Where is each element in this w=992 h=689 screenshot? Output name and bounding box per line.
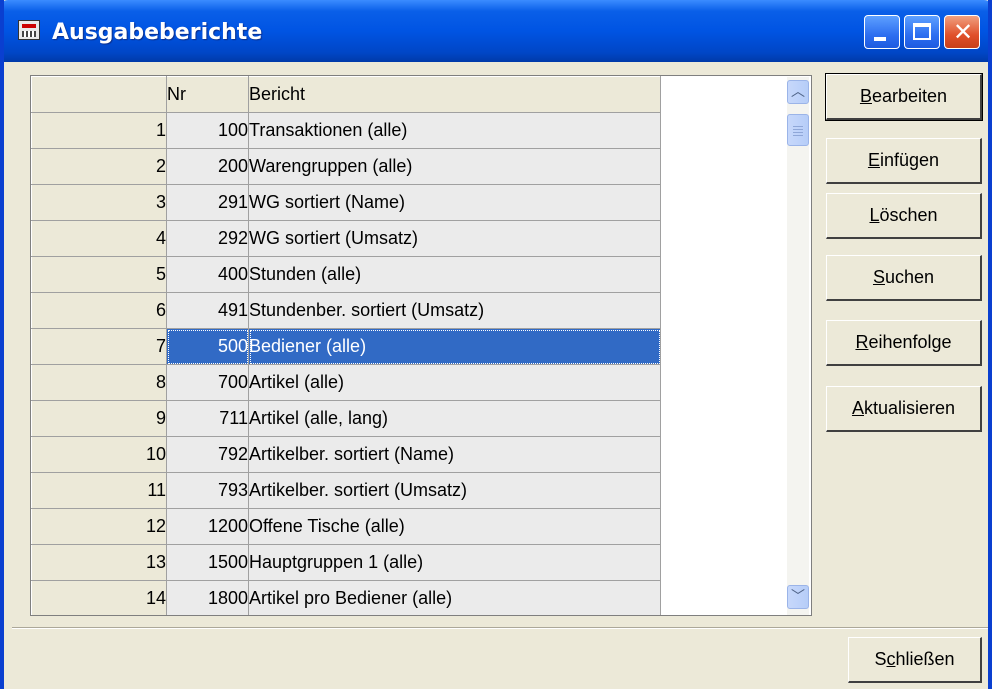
row-header[interactable]: 13 xyxy=(31,544,167,581)
table-row[interactable]: 8 700 Artikel (alle) xyxy=(31,364,661,401)
table-row[interactable]: 2 200 Warengruppen (alle) xyxy=(31,148,661,185)
nr-cell[interactable]: 491 xyxy=(166,292,249,329)
scroll-thumb[interactable] xyxy=(787,114,809,146)
nr-cell[interactable]: 500 xyxy=(166,328,249,365)
row-header[interactable]: 14 xyxy=(31,580,167,615)
table-row[interactable]: 1 100 Transaktionen (alle) xyxy=(31,112,661,149)
nr-cell[interactable]: 1200 xyxy=(166,508,249,545)
row-header[interactable]: 5 xyxy=(31,256,167,293)
titlebar[interactable]: Ausgabeberichte ✕ xyxy=(4,0,988,62)
nr-cell[interactable]: 793 xyxy=(166,472,249,509)
loeschen-button[interactable]: Löschen xyxy=(826,193,982,239)
maximize-button[interactable] xyxy=(904,15,940,49)
bearbeiten-button[interactable]: Bearbeiten xyxy=(825,73,983,121)
table-row[interactable]: 3 291 WG sortiert (Name) xyxy=(31,184,661,221)
bericht-cell[interactable]: Warengruppen (alle) xyxy=(248,148,661,185)
nr-cell[interactable]: 1800 xyxy=(166,580,249,615)
table-row[interactable]: 9 711 Artikel (alle, lang) xyxy=(31,400,661,437)
nr-cell[interactable]: 700 xyxy=(166,364,249,401)
table-row[interactable]: 7 500 Bediener (alle) xyxy=(31,328,661,365)
row-header[interactable]: 9 xyxy=(31,400,167,437)
bericht-cell[interactable]: Transaktionen (alle) xyxy=(248,112,661,149)
minimize-icon xyxy=(874,37,886,41)
row-header[interactable]: 4 xyxy=(31,220,167,257)
nr-cell[interactable]: 400 xyxy=(166,256,249,293)
grid-body: 1 100 Transaktionen (alle) 2 200 Warengruppen… xyxy=(31,112,661,615)
nr-cell[interactable]: 1500 xyxy=(166,544,249,581)
corner-header[interactable] xyxy=(31,76,167,113)
aktualisieren-button[interactable]: Aktualisieren xyxy=(826,386,982,432)
bericht-cell[interactable]: Stunden (alle) xyxy=(248,256,661,293)
chevron-down-icon: ﹀ xyxy=(791,589,805,605)
row-header[interactable]: 10 xyxy=(31,436,167,473)
row-header[interactable]: 8 xyxy=(31,364,167,401)
nr-cell[interactable]: 200 xyxy=(166,148,249,185)
nr-cell[interactable]: 100 xyxy=(166,112,249,149)
report-grid[interactable]: Nr Bericht 1 100 Transaktionen (alle) 2 200 W… xyxy=(30,75,812,616)
bericht-cell[interactable]: Bediener (alle) xyxy=(248,328,661,365)
row-header[interactable]: 7 xyxy=(31,328,167,365)
table-row[interactable]: 5 400 Stunden (alle) xyxy=(31,256,661,293)
bericht-cell[interactable]: Artikelber. sortiert (Name) xyxy=(248,436,661,473)
bericht-cell[interactable]: Hauptgruppen 1 (alle) xyxy=(248,544,661,581)
minimize-button[interactable] xyxy=(864,15,900,49)
table-row[interactable]: 12 1200 Offene Tische (alle) xyxy=(31,508,661,545)
maximize-icon xyxy=(913,23,931,40)
schliessen-button[interactable]: Schließen xyxy=(848,637,982,683)
bericht-cell[interactable]: Artikel pro Bediener (alle) xyxy=(248,580,661,615)
chevron-up-icon: ︿ xyxy=(791,84,805,100)
bericht-cell[interactable]: Artikel (alle, lang) xyxy=(248,400,661,437)
report-table: Nr Bericht 1 100 Transaktionen (alle) 2 200 W… xyxy=(31,76,661,615)
bericht-cell[interactable]: WG sortiert (Umsatz) xyxy=(248,220,661,257)
nr-cell[interactable]: 711 xyxy=(166,400,249,437)
row-header[interactable]: 6 xyxy=(31,292,167,329)
row-header[interactable]: 1 xyxy=(31,112,167,149)
close-icon: ✕ xyxy=(952,18,974,46)
separator xyxy=(12,627,988,629)
table-row[interactable]: 6 491 Stundenber. sortiert (Umsatz) xyxy=(31,292,661,329)
row-header[interactable]: 3 xyxy=(31,184,167,221)
nr-cell[interactable]: 792 xyxy=(166,436,249,473)
reihenfolge-button[interactable]: Reihenfolge xyxy=(826,320,982,366)
scroll-down-button[interactable]: ﹀ xyxy=(787,585,809,609)
bericht-cell[interactable]: Offene Tische (alle) xyxy=(248,508,661,545)
nr-cell[interactable]: 291 xyxy=(166,184,249,221)
header-row: Nr Bericht xyxy=(31,76,661,113)
row-header[interactable]: 2 xyxy=(31,148,167,185)
suchen-button[interactable]: Suchen xyxy=(826,255,982,301)
table-row[interactable]: 4 292 WG sortiert (Umsatz) xyxy=(31,220,661,257)
vertical-scrollbar[interactable]: ︿ ﹀ xyxy=(787,77,809,615)
column-header-nr[interactable]: Nr xyxy=(166,76,249,113)
window-title: Ausgabeberichte xyxy=(52,20,263,45)
einfuegen-button[interactable]: Einfügen xyxy=(826,138,982,184)
bericht-cell[interactable]: Artikel (alle) xyxy=(248,364,661,401)
table-row[interactable]: 14 1800 Artikel pro Bediener (alle) xyxy=(31,580,661,615)
window: Ausgabeberichte ✕ Nr Bericht 1 100 Transak… xyxy=(0,0,992,689)
nr-cell[interactable]: 292 xyxy=(166,220,249,257)
bericht-cell[interactable]: WG sortiert (Name) xyxy=(248,184,661,221)
close-button[interactable]: ✕ xyxy=(944,15,980,49)
scroll-up-button[interactable]: ︿ xyxy=(787,80,809,104)
table-row[interactable]: 10 792 Artikelber. sortiert (Name) xyxy=(31,436,661,473)
table-row[interactable]: 13 1500 Hauptgruppen 1 (alle) xyxy=(31,544,661,581)
column-header-bericht[interactable]: Bericht xyxy=(248,76,661,113)
row-header[interactable]: 11 xyxy=(31,472,167,509)
bericht-cell[interactable]: Artikelber. sortiert (Umsatz) xyxy=(248,472,661,509)
row-header[interactable]: 12 xyxy=(31,508,167,545)
bericht-cell[interactable]: Stundenber. sortiert (Umsatz) xyxy=(248,292,661,329)
app-icon xyxy=(18,20,40,40)
table-row[interactable]: 11 793 Artikelber. sortiert (Umsatz) xyxy=(31,472,661,509)
